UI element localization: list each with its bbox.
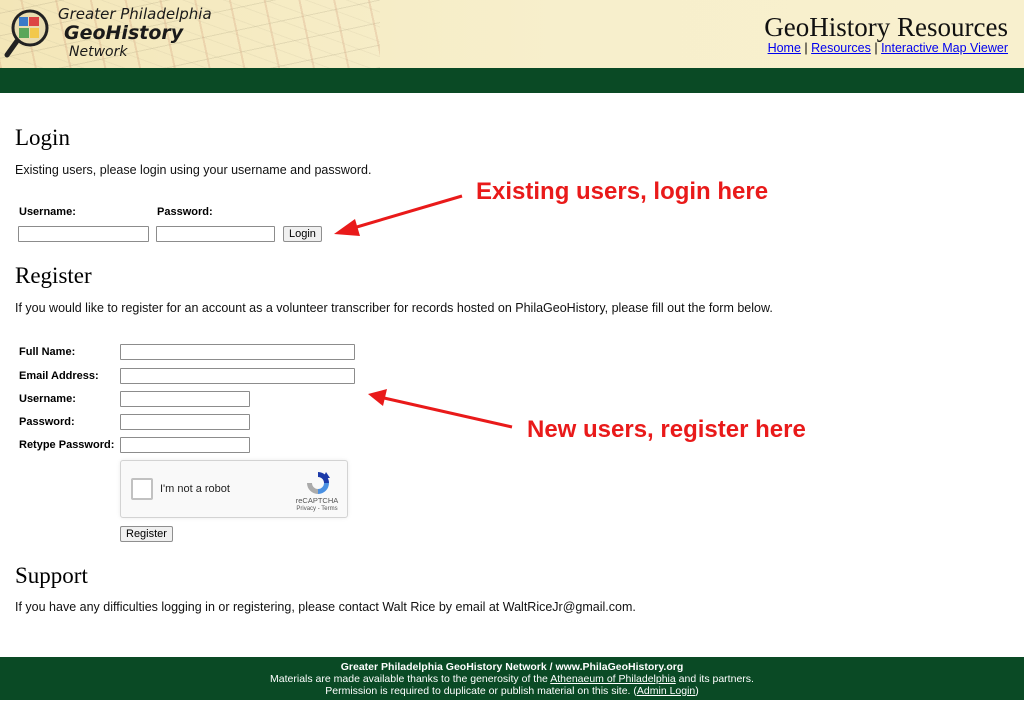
logo-line-1: Greater Philadelphia	[58, 5, 212, 23]
login-password-label: Password:	[157, 206, 213, 218]
athenaeum-link[interactable]: Athenaeum of Philadelphia	[550, 673, 676, 685]
register-arrow-icon	[368, 389, 513, 429]
footer-permission-text: Permission is required to duplicate or p…	[325, 685, 637, 697]
register-button[interactable]: Register	[120, 526, 173, 542]
footer-permission: Permission is required to duplicate or p…	[0, 685, 1024, 697]
nav-separator: |	[870, 41, 882, 55]
recaptcha-terms[interactable]: Privacy - Terms	[291, 506, 343, 512]
site-footer: Greater Philadelphia GeoHistory Network …	[0, 657, 1024, 700]
login-username-label: Username:	[19, 206, 76, 218]
retype-password-input[interactable]	[120, 437, 250, 453]
register-heading: Register	[15, 263, 92, 288]
header-band	[0, 68, 1024, 93]
nav-home-link[interactable]: Home	[768, 41, 801, 55]
register-password-label: Password:	[19, 416, 75, 428]
recaptcha-label: I'm not a robot	[160, 483, 230, 495]
register-username-label: Username:	[19, 393, 76, 405]
email-label: Email Address:	[19, 370, 99, 382]
recaptcha-checkbox[interactable]	[131, 478, 153, 500]
admin-login-link[interactable]: Admin Login	[637, 685, 695, 697]
nav-map-viewer-link[interactable]: Interactive Map Viewer	[881, 41, 1008, 55]
register-password-input[interactable]	[120, 414, 250, 430]
nav-separator: |	[800, 41, 812, 55]
magnifier-logo-icon[interactable]	[2, 2, 60, 62]
fullname-input[interactable]	[120, 344, 355, 360]
login-password-input[interactable]	[156, 226, 275, 242]
login-username-input[interactable]	[18, 226, 149, 242]
register-annotation: New users, register here	[527, 416, 806, 443]
nav-resources-link[interactable]: Resources	[811, 41, 871, 55]
footer-title: Greater Philadelphia GeoHistory Network …	[340, 661, 684, 673]
support-heading: Support	[15, 563, 88, 588]
footer-credits: Materials are made available thanks to t…	[0, 673, 1024, 685]
fullname-label: Full Name:	[19, 346, 76, 358]
site-header: Greater Philadelphia GeoHistory Network …	[0, 0, 1024, 68]
logo-wordmark[interactable]: Greater Philadelphia GeoHistory Network	[56, 5, 212, 61]
recaptcha-brand: reCAPTCHA	[295, 496, 339, 505]
recaptcha-widget: I'm not a robot reCAPTCHA Privacy - Term…	[120, 460, 348, 518]
login-annotation: Existing users, login here	[476, 178, 769, 205]
register-username-input[interactable]	[120, 391, 250, 407]
site-title: GeoHistory Resources	[764, 12, 1008, 42]
footer-credits-suffix: and its partners.	[675, 673, 754, 685]
footer-permission-suffix: )	[695, 685, 699, 697]
email-input[interactable]	[120, 368, 355, 384]
login-button[interactable]: Login	[283, 226, 322, 242]
login-heading: Login	[15, 125, 70, 150]
login-description: Existing users, please login using your …	[15, 163, 372, 177]
footer-credits-text: Materials are made available thanks to t…	[270, 673, 551, 685]
logo-line-2: GeoHistory	[64, 22, 184, 44]
retype-password-label: Retype Password:	[19, 439, 115, 451]
top-nav: Home | Resources | Interactive Map Viewe…	[768, 41, 1008, 55]
register-description: If you would like to register for an acc…	[15, 301, 773, 315]
recaptcha-logo-icon	[307, 472, 330, 494]
login-arrow-icon	[334, 194, 463, 236]
support-description: If you have any difficulties logging in …	[15, 600, 636, 614]
logo-line-3: Network	[69, 44, 128, 60]
